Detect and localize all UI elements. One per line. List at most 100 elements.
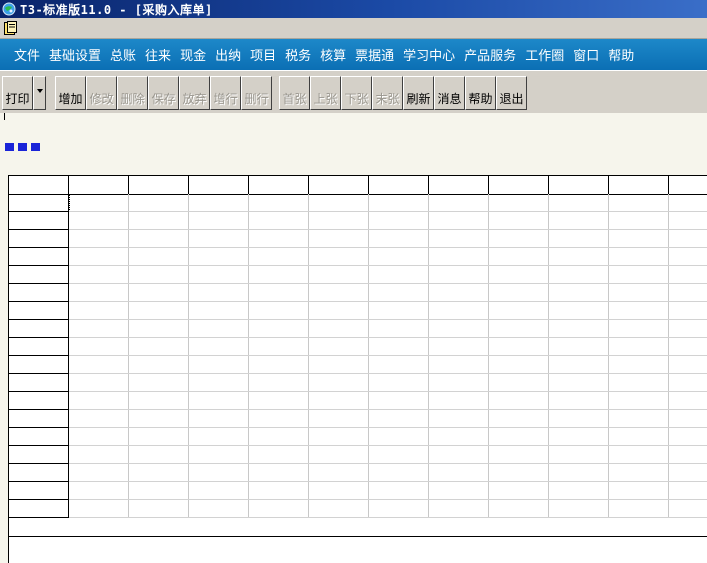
print-button[interactable]: 打印 (2, 76, 33, 110)
grid-row-header[interactable] (9, 428, 69, 446)
grid-row-header[interactable] (9, 392, 69, 410)
grid-column-line (428, 194, 429, 518)
menu-workspace[interactable]: 工作圈 (525, 45, 564, 64)
grid-row-header[interactable] (9, 266, 69, 284)
loading-indicator-square (5, 143, 14, 151)
first-record-button[interactable]: 首张 (279, 76, 310, 110)
chevron-down-icon (36, 89, 43, 93)
menu-bill[interactable]: 票据通 (355, 45, 394, 64)
menu-learning-center[interactable]: 学习中心 (403, 45, 455, 64)
grid-row-header[interactable] (9, 212, 69, 230)
grid-column-line (608, 194, 609, 518)
grid-column-line (548, 194, 549, 518)
grid-column-header[interactable] (249, 176, 309, 194)
menu-basic-settings[interactable]: 基础设置 (49, 45, 101, 64)
delete-button[interactable]: 删除 (117, 76, 148, 110)
grid-row-line (69, 355, 707, 356)
grid-column-line (128, 194, 129, 518)
grid-column-line (488, 194, 489, 518)
refresh-button[interactable]: 刷新 (403, 76, 434, 110)
menu-product-service[interactable]: 产品服务 (464, 45, 516, 64)
grid-column-header[interactable] (609, 176, 669, 194)
app-globe-icon[interactable] (2, 2, 16, 16)
grid-row-line (69, 517, 707, 518)
grid-column-header[interactable] (489, 176, 549, 194)
grid-row-header[interactable] (9, 284, 69, 302)
edit-button[interactable]: 修改 (86, 76, 117, 110)
grid-header-row (9, 176, 707, 195)
menu-help[interactable]: 帮助 (608, 45, 634, 64)
title-bar: T3-标准版11.0 - [采购入库单] (0, 0, 707, 18)
grid-row-line (69, 301, 707, 302)
help-button[interactable]: 帮助 (465, 76, 496, 110)
grid-row-header[interactable] (9, 248, 69, 266)
grid-row-line (69, 445, 707, 446)
grid-row-header[interactable] (9, 374, 69, 392)
grid-row-line (69, 229, 707, 230)
grid-column-line (368, 194, 369, 518)
menu-file[interactable]: 文件 (14, 45, 40, 64)
document-folder-icon[interactable] (3, 20, 19, 36)
grid-row-line (69, 409, 707, 410)
menu-general-ledger[interactable]: 总账 (110, 45, 136, 64)
menu-tax[interactable]: 税务 (285, 45, 311, 64)
grid-column-line (668, 194, 669, 518)
grid-column-header[interactable] (429, 176, 489, 194)
grid-empty-area (8, 537, 707, 563)
grid-column-header[interactable] (189, 176, 249, 194)
grid-column-line (308, 194, 309, 518)
message-button[interactable]: 消息 (434, 76, 465, 110)
grid-column-header[interactable] (309, 176, 369, 194)
save-button[interactable]: 保存 (148, 76, 179, 110)
grid-row-line (69, 499, 707, 500)
grid-row-header[interactable] (9, 500, 69, 518)
grid-row-header[interactable] (9, 320, 69, 338)
grid-row-line (69, 283, 707, 284)
add-row-button[interactable]: 增行 (210, 76, 241, 110)
menu-cash[interactable]: 现金 (180, 45, 206, 64)
add-button[interactable]: 增加 (55, 76, 86, 110)
prev-record-button[interactable]: 上张 (310, 76, 341, 110)
grid-column-header[interactable] (549, 176, 609, 194)
print-dropdown-button[interactable] (33, 76, 46, 110)
menu-receivables[interactable]: 往来 (145, 45, 171, 64)
grid-column-line (248, 194, 249, 518)
menu-accounting[interactable]: 核算 (320, 45, 346, 64)
grid-row-line (69, 337, 707, 338)
grid-row-line (69, 481, 707, 482)
exit-button[interactable]: 退出 (496, 76, 527, 110)
grid-row-line (69, 265, 707, 266)
grid-row-header[interactable] (9, 302, 69, 320)
menu-bar: 文件 基础设置 总账 往来 现金 出纳 项目 税务 核算 票据通 学习中心 产品… (0, 39, 707, 70)
toolbar: 打印 增加 修改 删除 保存 放弃 增行 删行 首张 上张 下张 末张 刷新 消… (0, 70, 707, 114)
grid-row-header[interactable] (9, 410, 69, 428)
next-record-button[interactable]: 下张 (341, 76, 372, 110)
grid-row-header[interactable] (9, 482, 69, 500)
grid-row-header[interactable] (9, 446, 69, 464)
abandon-button[interactable]: 放弃 (179, 76, 210, 110)
active-grid-cell[interactable] (69, 194, 129, 212)
delete-row-button[interactable]: 删行 (241, 76, 272, 110)
grid-row-line (69, 211, 707, 212)
grid-row-header-column (9, 194, 69, 518)
grid-row-line (69, 391, 707, 392)
grid-column-line (188, 194, 189, 518)
grid-row-header[interactable] (9, 356, 69, 374)
grid-row-header[interactable] (9, 338, 69, 356)
grid-row-line (69, 319, 707, 320)
grid-row-header[interactable] (9, 194, 69, 212)
grid-column-header[interactable] (129, 176, 189, 194)
grid-column-header[interactable] (669, 176, 707, 194)
grid-corner-cell (9, 176, 69, 194)
grid-column-header[interactable] (69, 176, 129, 194)
last-record-button[interactable]: 末张 (372, 76, 403, 110)
grid-row-header[interactable] (9, 464, 69, 482)
menu-project[interactable]: 项目 (250, 45, 276, 64)
loading-indicator-square (18, 143, 27, 151)
grid-row-line (69, 373, 707, 374)
menu-cashier[interactable]: 出纳 (215, 45, 241, 64)
menu-window[interactable]: 窗口 (573, 45, 599, 64)
grid-row-header[interactable] (9, 230, 69, 248)
voucher-detail-grid[interactable] (8, 175, 707, 538)
grid-column-header[interactable] (369, 176, 429, 194)
